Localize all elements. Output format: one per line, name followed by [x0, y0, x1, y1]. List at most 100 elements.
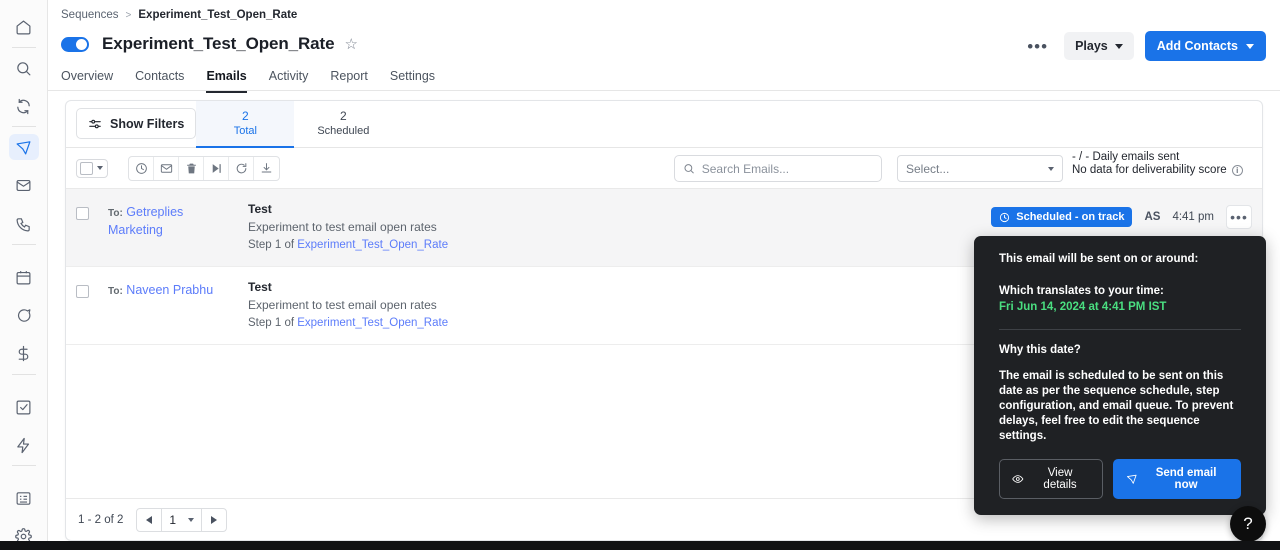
dollar-icon[interactable] [9, 341, 39, 367]
search-emails-field[interactable] [674, 155, 882, 182]
help-button[interactable]: ? [1230, 506, 1266, 542]
recipient-cell: To: Getreplies Marketing [108, 201, 226, 239]
view-details-button[interactable]: View details [999, 459, 1103, 499]
stat-tab-total[interactable]: 2 Total [196, 101, 295, 148]
chevron-down-icon [1048, 166, 1054, 171]
phone-icon[interactable] [9, 211, 39, 237]
show-filters-label: Show Filters [110, 116, 185, 131]
rail-divider-5 [11, 465, 36, 467]
row-checkbox[interactable] [76, 285, 89, 298]
rail-divider-2 [11, 126, 36, 128]
tooltip-divider [999, 329, 1241, 330]
plays-button[interactable]: Plays [1064, 32, 1134, 60]
next-page-button[interactable] [201, 508, 226, 531]
search-icon [684, 164, 694, 174]
bolt-icon[interactable] [9, 432, 39, 458]
download-icon[interactable] [254, 157, 279, 180]
rail-divider-3 [11, 244, 36, 245]
recipient-name[interactable]: Naveen Prabhu [126, 283, 213, 297]
section-tabs: Overview Contacts Emails Activity Report… [48, 59, 1280, 93]
row-actions: Scheduled - on track AS 4:41 pm ••• [991, 205, 1252, 229]
row-time: 4:41 pm [1172, 211, 1214, 223]
tab-emails[interactable]: Emails [206, 69, 247, 93]
tab-contacts[interactable]: Contacts [135, 69, 184, 93]
page-select[interactable]: 1 [162, 513, 201, 527]
breadcrumb-parent[interactable]: Sequences [61, 9, 119, 21]
chevron-down-icon [97, 166, 103, 170]
breadcrumb-separator-icon: > [125, 9, 132, 21]
chat-icon[interactable] [9, 302, 39, 328]
deliverability-row: No data for deliverability score i [1072, 164, 1243, 176]
deliverability-text: No data for deliverability score [1072, 164, 1227, 176]
more-options-button[interactable]: ••• [1022, 36, 1053, 57]
chevron-down-icon [1246, 43, 1254, 49]
row-checkbox-wrap [76, 207, 90, 225]
home-icon[interactable] [9, 14, 39, 40]
sidebar-item-sequences[interactable] [8, 134, 39, 161]
favorite-star-icon[interactable]: ☆ [344, 37, 357, 52]
to-label: To: [108, 286, 123, 297]
select-all-checkbox[interactable] [80, 161, 93, 175]
step-prefix: Step 1 of [248, 239, 298, 251]
envelope-icon[interactable] [154, 156, 179, 180]
sequence-enabled-toggle[interactable] [61, 36, 89, 52]
resend-icon[interactable] [229, 156, 254, 180]
tooltip-local-time-value: Fri Jun 14, 2024 at 4:41 PM IST [999, 301, 1167, 313]
page-title: Experiment_Test_Open_Rate [102, 34, 335, 53]
tab-overview[interactable]: Overview [61, 69, 113, 93]
stat-tab-scheduled[interactable]: 2 Scheduled [294, 101, 392, 148]
main-content: Sequences > Experiment_Test_Open_Rate Ex… [48, 0, 1280, 550]
tab-report[interactable]: Report [330, 69, 368, 93]
step-prefix: Step 1 of [248, 317, 298, 329]
tooltip-why-body: The email is scheduled to be sent on thi… [999, 370, 1234, 442]
mail-icon[interactable] [9, 173, 39, 199]
row-more-button[interactable]: ••• [1226, 205, 1252, 229]
pagination-controls: 1 [136, 507, 228, 532]
list-icon[interactable] [9, 485, 39, 511]
tab-activity[interactable]: Activity [269, 69, 309, 93]
send-icon [1126, 474, 1137, 484]
trash-icon[interactable] [179, 156, 204, 180]
row-checkbox-wrap [76, 285, 90, 303]
view-details-label: View details [1043, 467, 1077, 491]
sync-icon[interactable] [9, 93, 39, 119]
tooltip-send-on-label: This email will be sent on or around: [999, 253, 1199, 265]
stat-total-count: 2 [241, 109, 249, 123]
browser-status-bar [0, 541, 1280, 550]
step-sequence-link[interactable]: Experiment_Test_Open_Rate [297, 317, 448, 329]
deliverability-info: - / - Daily emails sent No data for deli… [1072, 151, 1243, 176]
step-sequence-link[interactable]: Experiment_Test_Open_Rate [297, 239, 448, 251]
skip-next-icon[interactable] [204, 156, 229, 180]
select-all-dropdown[interactable] [76, 158, 108, 178]
add-contacts-label: Add Contacts [1156, 39, 1238, 53]
bulk-action-icons [128, 155, 280, 181]
app-root: Sequences > Experiment_Test_Open_Rate Ex… [0, 0, 1280, 550]
filters-icon [89, 119, 101, 128]
chevron-right-icon [211, 515, 218, 524]
add-contacts-button[interactable]: Add Contacts [1144, 31, 1266, 61]
rail-divider-4 [11, 373, 36, 375]
left-nav-rail [0, 0, 48, 550]
stat-scheduled-label: Scheduled [317, 125, 370, 137]
chevron-left-icon [146, 515, 153, 524]
status-badge[interactable]: Scheduled - on track [991, 207, 1133, 227]
header-actions: ••• Plays Add Contacts [1022, 31, 1266, 61]
row-checkbox[interactable] [76, 207, 89, 220]
show-filters-button[interactable]: Show Filters [76, 108, 197, 139]
status-select-dropdown[interactable]: Select... [897, 155, 1063, 182]
stat-total-label: Total [233, 125, 257, 137]
search-input[interactable] [701, 161, 873, 176]
clock-icon[interactable] [129, 156, 154, 180]
previous-page-button[interactable] [137, 508, 163, 531]
search-icon[interactable] [9, 55, 39, 81]
recipient-cell: To: Naveen Prabhu [108, 279, 226, 300]
avatar: AS [1144, 211, 1161, 223]
chevron-down-icon [1114, 43, 1123, 49]
info-icon[interactable]: i [1231, 164, 1243, 176]
task-icon[interactable] [9, 394, 39, 420]
calendar-icon[interactable] [9, 264, 39, 290]
send-email-now-button[interactable]: Send email now [1112, 459, 1241, 499]
chevron-down-icon [188, 517, 195, 522]
tab-settings[interactable]: Settings [390, 69, 435, 93]
filter-bar: Show Filters 2 Total 2 Scheduled [66, 101, 1262, 148]
